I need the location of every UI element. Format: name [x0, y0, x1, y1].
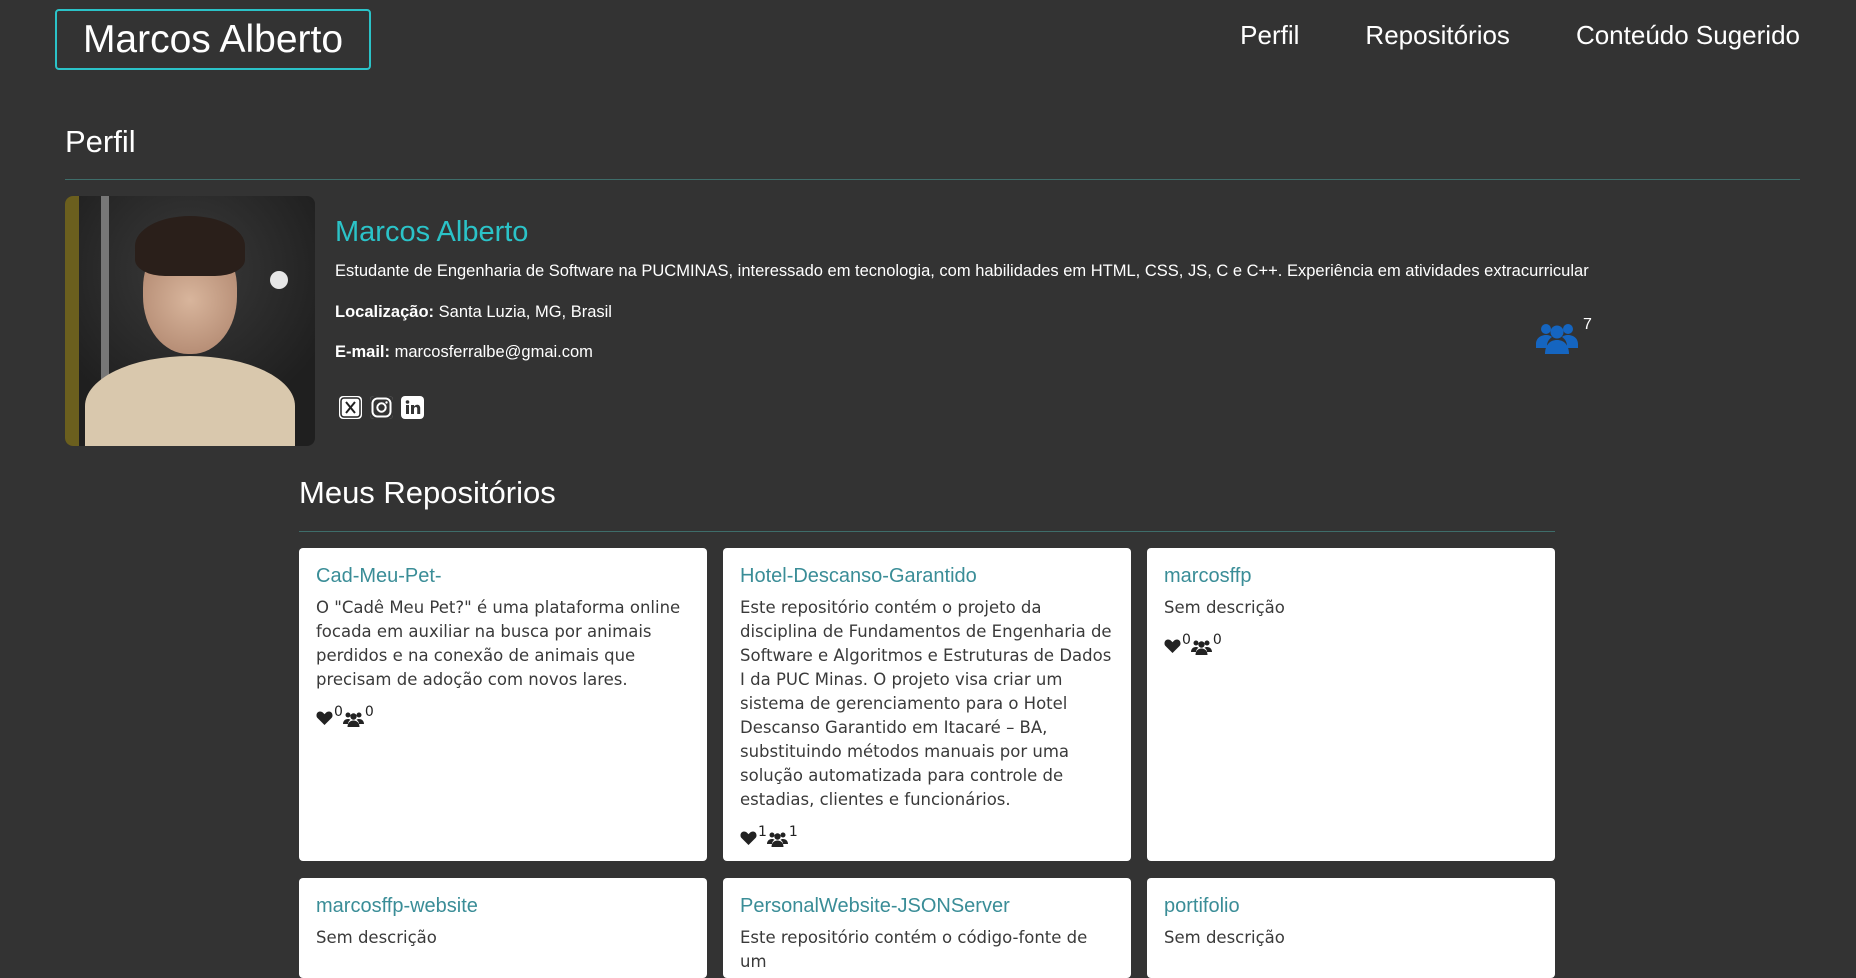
repo-title[interactable]: marcosffp	[1164, 565, 1538, 588]
nav-conteudo-sugerido[interactable]: Conteúdo Sugerido	[1576, 20, 1800, 51]
profile-name: Marcos Alberto	[335, 216, 529, 248]
repo-title[interactable]: Hotel-Descanso-Garantido	[740, 565, 1114, 588]
x-icon[interactable]	[339, 396, 362, 419]
top-navbar: Marcos Alberto Perfil Repositórios Conte…	[0, 0, 1856, 80]
repo-description: Sem descrição	[1164, 598, 1285, 617]
people-icon	[766, 830, 788, 850]
profile-divider	[65, 179, 1800, 180]
email-value: marcosferralbe@gmai.com	[394, 343, 593, 361]
main-nav: Perfil Repositórios Conteúdo Sugerido	[1240, 20, 1800, 51]
linkedin-icon[interactable]	[401, 396, 424, 419]
followers-number: 7	[1583, 316, 1592, 333]
people-count: 0	[1212, 632, 1222, 648]
repo-card[interactable]: Cad-Meu-Pet- O "Cadê Meu Pet?" é uma pla…	[299, 548, 707, 861]
location-label: Localização:	[335, 303, 435, 321]
repos-section-title: Meus Repositórios	[299, 475, 556, 510]
repo-card[interactable]: Hotel-Descanso-Garantido Este repositóri…	[723, 548, 1131, 861]
instagram-icon[interactable]	[370, 396, 393, 419]
repo-title[interactable]: Cad-Meu-Pet-	[316, 565, 690, 588]
repo-card[interactable]: marcosffp Sem descrição 0 0	[1147, 548, 1555, 861]
repo-stats: 1 1	[740, 824, 1114, 850]
repo-description: Sem descrição	[1164, 928, 1285, 947]
repo-card[interactable]: PersonalWebsite-JSONServer Este repositó…	[723, 878, 1131, 978]
email-label: E-mail:	[335, 343, 391, 361]
people-count: 1	[788, 824, 798, 840]
heart-icon	[740, 830, 757, 849]
repos-divider	[299, 531, 1555, 532]
profile-email: E-mail: marcosferralbe@gmai.com	[335, 343, 593, 362]
heart-icon	[316, 710, 333, 729]
repo-title[interactable]: marcosffp-website	[316, 895, 690, 918]
social-links	[339, 396, 424, 419]
brand-logo[interactable]: Marcos Alberto	[55, 9, 371, 70]
location-value: Santa Luzia, MG, Brasil	[438, 303, 612, 321]
people-icon	[1190, 638, 1212, 658]
heart-icon	[1164, 638, 1181, 657]
likes-count: 1	[758, 824, 767, 840]
repo-title[interactable]: portifolio	[1164, 895, 1538, 918]
likes-count: 0	[334, 704, 343, 720]
repo-card[interactable]: portifolio Sem descrição	[1147, 878, 1555, 978]
profile-bio: Estudante de Engenharia de Software na P…	[335, 262, 1589, 280]
profile-location: Localização: Santa Luzia, MG, Brasil	[335, 303, 612, 322]
profile-section-title: Perfil	[65, 124, 136, 159]
repo-title[interactable]: PersonalWebsite-JSONServer	[740, 895, 1114, 918]
nav-repositorios[interactable]: Repositórios	[1365, 20, 1510, 51]
profile-photo	[65, 196, 315, 446]
people-icon	[342, 710, 364, 730]
repo-card[interactable]: marcosffp-website Sem descrição	[299, 878, 707, 978]
repo-description: O "Cadê Meu Pet?" é uma plataforma onlin…	[316, 598, 681, 689]
followers-count: 7	[1535, 316, 1592, 359]
likes-count: 0	[1182, 632, 1191, 648]
repo-description: Sem descrição	[316, 928, 437, 947]
nav-perfil[interactable]: Perfil	[1240, 20, 1299, 51]
repo-stats: 0 0	[1164, 632, 1538, 658]
repo-description: Este repositório contém o projeto da dis…	[740, 598, 1112, 809]
followers-icon	[1535, 320, 1579, 359]
repo-description: Este repositório contém o código-fonte d…	[740, 928, 1088, 971]
people-count: 0	[364, 704, 374, 720]
repo-stats: 0 0	[316, 704, 690, 730]
